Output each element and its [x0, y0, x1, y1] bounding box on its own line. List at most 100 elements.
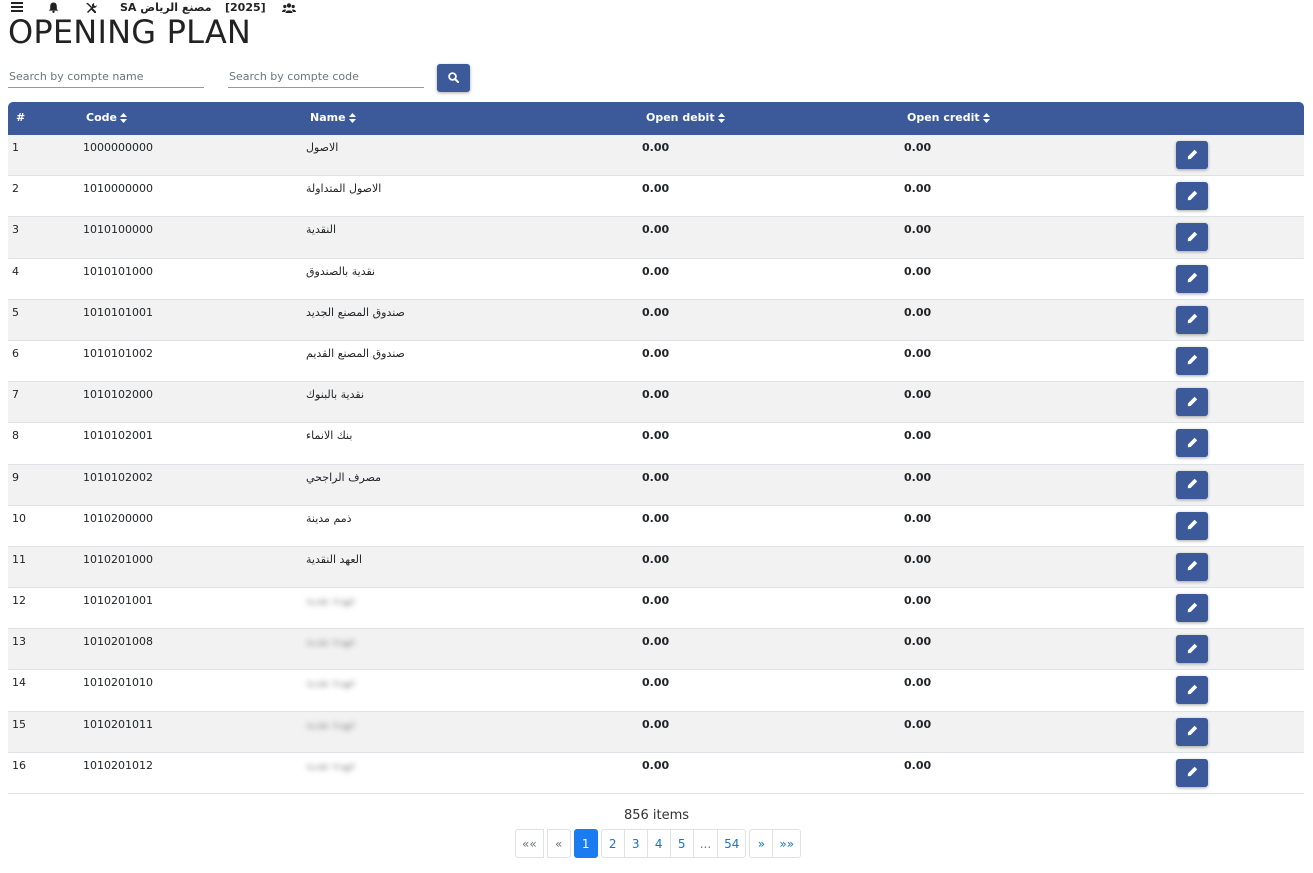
- page-button-54[interactable]: 54: [717, 829, 747, 858]
- pencil-icon: [1187, 518, 1198, 533]
- cell-open-debit: 0.00: [642, 552, 670, 566]
- pencil-icon: [1187, 559, 1198, 574]
- cell-open-debit: 0.00: [642, 346, 670, 360]
- pencil-icon: [1187, 436, 1198, 451]
- cell-name: بنك الانماء: [306, 429, 353, 443]
- cell-open-debit: 0.00: [642, 388, 670, 402]
- cell-index: 10: [12, 511, 26, 525]
- table-row: 16 1010201012 عهدة نقدية 0.00 0.00: [8, 752, 1304, 794]
- edit-button[interactable]: [1176, 758, 1208, 787]
- cell-index: 8: [12, 429, 19, 443]
- cell-open-credit: 0.00: [904, 346, 932, 360]
- sort-icon: [119, 112, 127, 123]
- edit-button[interactable]: [1176, 594, 1208, 623]
- edit-button[interactable]: [1176, 141, 1208, 169]
- edit-button[interactable]: [1176, 182, 1208, 211]
- column-header-open-credit[interactable]: Open credit: [907, 111, 990, 124]
- pencil-icon: [1187, 395, 1198, 410]
- page-button-2[interactable]: 2: [600, 829, 625, 858]
- cell-index: 5: [12, 305, 19, 319]
- edit-button[interactable]: [1176, 552, 1208, 581]
- page-next-button[interactable]: »: [749, 829, 774, 858]
- cell-code: 1010201010: [83, 676, 153, 690]
- edit-button[interactable]: [1176, 388, 1208, 417]
- cell-open-debit: 0.00: [642, 141, 670, 154]
- cell-open-credit: 0.00: [904, 182, 932, 196]
- edit-button[interactable]: [1176, 676, 1208, 705]
- table-row: 12 1010201001 عهدة نقدية 0.00 0.00: [8, 588, 1304, 630]
- edit-button[interactable]: [1176, 223, 1208, 252]
- cell-name: ذمم مدينة: [306, 511, 352, 525]
- cell-index: 16: [12, 758, 26, 772]
- table-row: 7 1010102000 نقدية بالبنوك 0.00 0.00: [8, 382, 1304, 424]
- cell-index: 13: [12, 635, 26, 649]
- cell-index: 3: [12, 223, 19, 237]
- cell-index: 14: [12, 676, 26, 690]
- cell-code: 1010201008: [83, 635, 153, 649]
- accounts-table: # Code Name Open debit Open credit 1 1000…: [8, 102, 1304, 794]
- cell-name: النقدية: [306, 223, 337, 237]
- edit-button[interactable]: [1176, 635, 1208, 664]
- column-header-open-debit[interactable]: Open debit: [646, 111, 725, 124]
- cell-index: 9: [12, 470, 19, 484]
- pencil-icon: [1187, 148, 1198, 163]
- cell-name: العهد النقدية: [306, 552, 363, 566]
- users-icon[interactable]: [282, 3, 296, 13]
- pencil-icon: [1187, 271, 1198, 286]
- search-code-input[interactable]: [228, 66, 424, 88]
- table-row: 11 1010201000 العهد النقدية 0.00 0.00: [8, 546, 1304, 589]
- cell-name: عهدة نقدية: [306, 594, 357, 608]
- search-icon: [448, 71, 460, 86]
- cell-name: عهدة نقدية: [306, 758, 357, 772]
- cell-name: الاصول المتداولة: [306, 182, 382, 196]
- cell-open-credit: 0.00: [904, 223, 932, 237]
- sort-icon: [717, 112, 725, 123]
- cell-open-debit: 0.00: [642, 429, 670, 443]
- cell-open-debit: 0.00: [642, 758, 670, 772]
- pencil-icon: [1187, 230, 1198, 245]
- cell-index: 2: [12, 182, 19, 196]
- edit-button[interactable]: [1176, 511, 1208, 540]
- page-button-4[interactable]: 4: [646, 829, 671, 858]
- edit-button[interactable]: [1176, 346, 1208, 375]
- cell-code: 1010200000: [83, 511, 153, 525]
- cell-open-debit: 0.00: [642, 676, 670, 690]
- page-last-button[interactable]: »»: [772, 829, 802, 858]
- edit-button[interactable]: [1176, 264, 1208, 293]
- page-button-1[interactable]: 1: [573, 829, 598, 858]
- table-row: 14 1010201010 عهدة نقدية 0.00 0.00: [8, 670, 1304, 712]
- table-row: 2 1010000000 الاصول المتداولة 0.00 0.00: [8, 176, 1304, 218]
- edit-button[interactable]: [1176, 305, 1208, 334]
- cell-open-credit: 0.00: [904, 511, 932, 525]
- edit-button[interactable]: [1176, 429, 1208, 458]
- table-row: 4 1010101000 نقدية بالصندوق 0.00 0.00: [8, 258, 1304, 300]
- edit-button[interactable]: [1176, 717, 1208, 746]
- page-prev-button[interactable]: «: [546, 829, 571, 858]
- cell-index: 4: [12, 264, 19, 278]
- cell-code: 1010101002: [83, 346, 153, 360]
- search-button[interactable]: [437, 64, 470, 92]
- column-header-name[interactable]: Name: [310, 111, 356, 124]
- table-row: 8 1010102001 بنك الانماء 0.00 0.00: [8, 423, 1304, 465]
- table-row: 1 1000000000 الاصول 0.00 0.00: [8, 135, 1304, 177]
- cell-code: 1010201001: [83, 594, 153, 608]
- pencil-icon: [1187, 765, 1198, 780]
- pagination: «« « 1 2 3 4 5 ... 54 » »»: [515, 829, 802, 858]
- menu-icon[interactable]: [11, 2, 23, 12]
- cell-open-credit: 0.00: [904, 594, 932, 608]
- page-button-5[interactable]: 5: [669, 829, 694, 858]
- cell-name: صندوق المصنع الجديد: [306, 305, 405, 319]
- pencil-icon: [1187, 683, 1198, 698]
- cell-open-credit: 0.00: [904, 635, 932, 649]
- cell-name: عهدة نقدية: [306, 717, 357, 731]
- column-header-code[interactable]: Code: [86, 111, 127, 124]
- search-name-input[interactable]: [8, 66, 204, 88]
- table-row: 5 1010101001 صندوق المصنع الجديد 0.00 0.00: [8, 299, 1304, 341]
- page-button-3[interactable]: 3: [623, 829, 648, 858]
- cell-name: عهدة نقدية: [306, 676, 357, 690]
- cell-index: 7: [12, 388, 19, 402]
- sort-icon: [348, 112, 356, 123]
- edit-button[interactable]: [1176, 470, 1208, 499]
- page-first-button[interactable]: ««: [515, 829, 544, 858]
- cell-index: 1: [12, 141, 19, 154]
